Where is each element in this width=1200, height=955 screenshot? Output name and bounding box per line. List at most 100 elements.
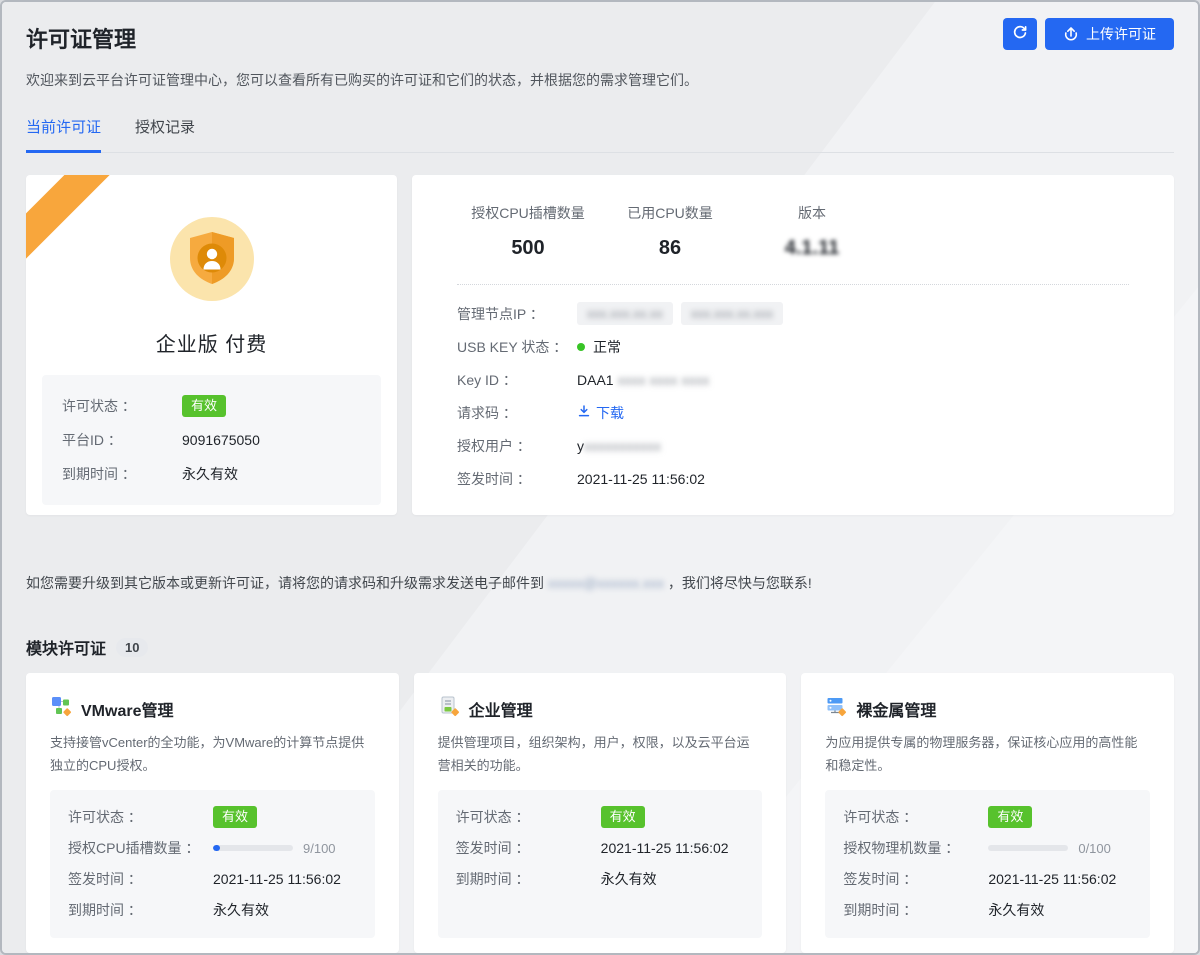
key-id-label: Key ID ：: [457, 370, 577, 390]
status-dot-icon: [577, 343, 585, 351]
module-card-enterprise: 企业管理 提供管理项目，组织架构，用户，权限，以及云平台运营相关的功能。 许可状…: [414, 673, 787, 953]
module-count-badge: 10: [116, 638, 148, 657]
module-cards-row: VMware管理 支持接管vCenter的全功能，为VMware的计算节点提供独…: [26, 673, 1174, 953]
key-id-redacted: xxxx xxxx xxxx: [618, 372, 710, 388]
authorized-user-label: 授权用户 ：: [457, 436, 577, 456]
module-section-title: 模块许可证: [26, 635, 106, 659]
quota-progress-bar: [988, 845, 1068, 851]
page-subtitle: 欢迎来到云平台许可证管理中心，您可以查看所有已购买的许可证和它们的状态，并根据您…: [26, 70, 1174, 90]
module-card-baremetal: 裸金属管理 为应用提供专属的物理服务器，保证核心应用的高性能和稳定性。 许可状态…: [801, 673, 1174, 953]
authorized-user-redacted: xxxxxxxxxxx: [584, 438, 661, 454]
license-stats-row: 授权CPU插槽数量 500 已用CPU数量 86 版本 4.1.11: [457, 203, 1129, 260]
upload-icon: [1063, 25, 1079, 44]
status-badge: 有效: [601, 806, 645, 828]
license-detail-card: 授权CPU插槽数量 500 已用CPU数量 86 版本 4.1.11: [412, 175, 1174, 515]
upgrade-notice: 如您需要升级到其它版本或更新许可证，请将您的请求码和升级需求发送电子邮件到 xx…: [26, 573, 1174, 593]
download-icon: [577, 404, 591, 421]
license-status-row: 许可状态 ： 有效: [62, 389, 361, 423]
platform-id-row: 平台ID ： 9091675050: [62, 423, 361, 457]
upgrade-notice-prefix: 如您需要升级到其它版本或更新许可证，请将您的请求码和升级需求发送电子邮件到: [26, 575, 544, 591]
module-status-row: 许可状态 ： 有效: [456, 802, 745, 833]
module-issue-time-row: 签发时间 ： 2021-11-25 11:56:02: [68, 864, 357, 895]
module-expire-time-row: 到期时间 ： 永久有效: [456, 864, 745, 895]
module-description: 为应用提供专属的物理服务器，保证核心应用的高性能和稳定性。: [825, 732, 1150, 778]
quota-progress-bar: [213, 845, 293, 851]
download-link-label: 下载: [596, 403, 624, 423]
module-status-box: 许可状态 ： 有效 授权物理机数量 ： 0/100 签发时间 ：: [825, 790, 1150, 938]
tab-authorization-records[interactable]: 授权记录: [135, 116, 195, 152]
authorized-user-prefix: y: [577, 438, 584, 454]
download-request-code-link[interactable]: 下载: [577, 403, 624, 423]
request-code-label: 请求码 ：: [457, 403, 577, 423]
baremetal-module-icon: [825, 695, 847, 722]
issue-time-row: 签发时间 ： 2021-11-25 11:56:02: [457, 462, 1129, 495]
license-management-window: 许可证管理 欢迎来到云平台许可证管理中心，您可以查看所有已购买的许可证和它们的状…: [0, 0, 1200, 955]
module-status-row: 许可状态 ： 有效: [843, 802, 1132, 833]
usb-key-status-row: USB KEY 状态 ： 正常: [457, 330, 1129, 363]
expire-time-label: 到期时间 ：: [62, 464, 182, 484]
module-title: 企业管理: [469, 697, 533, 721]
upload-button-label: 上传许可证: [1086, 24, 1156, 44]
stat-used-cpu: 已用CPU数量 86: [599, 203, 741, 260]
enterprise-module-icon: [438, 695, 460, 722]
refresh-button[interactable]: [1003, 18, 1037, 50]
header-actions: 上传许可证: [1003, 18, 1174, 50]
page-title: 许可证管理: [26, 22, 1174, 54]
platform-id-value: 9091675050: [182, 432, 260, 448]
mgmt-ip-row: 管理节点IP ： xxx.xxx.xx.xx xxx.xxx.xx.xxx: [457, 297, 1129, 330]
module-status-box: 许可状态 ： 有效 签发时间 ： 2021-11-25 11:56:02 到期时…: [438, 790, 763, 938]
platform-id-label: 平台ID ：: [62, 430, 182, 450]
module-quota-row: 授权CPU插槽数量 ： 9/100: [68, 833, 357, 864]
status-badge: 有效: [182, 395, 226, 417]
stat-label: 授权CPU插槽数量: [457, 203, 599, 223]
key-id-row: Key ID ： DAA1 xxxx xxxx xxxx: [457, 363, 1129, 396]
refresh-icon: [1012, 25, 1028, 44]
upload-license-button[interactable]: 上传许可证: [1045, 18, 1174, 50]
tab-bar: 当前许可证 授权记录: [26, 116, 1174, 153]
module-description: 支持接管vCenter的全功能，为VMware的计算节点提供独立的CPU授权。: [50, 732, 375, 778]
status-badge: 有效: [213, 806, 257, 828]
stat-value: 86: [599, 237, 741, 260]
module-expire-time-row: 到期时间 ： 永久有效: [68, 895, 357, 926]
authorized-user-row: 授权用户 ： y xxxxxxxxxxx: [457, 429, 1129, 462]
quota-text: 9/100: [303, 841, 336, 856]
module-status-row: 许可状态 ： 有效: [68, 802, 357, 833]
upgrade-notice-suffix: ，我们将尽快与您联系!: [668, 575, 812, 591]
quota-text: 0/100: [1078, 841, 1111, 856]
key-id-prefix: DAA1: [577, 372, 614, 388]
license-status-label: 许可状态 ：: [62, 396, 182, 416]
stat-value-redacted: 4.1.11: [741, 237, 883, 260]
request-code-row: 请求码 ： 下载: [457, 396, 1129, 429]
module-quota-row: 授权物理机数量 ： 0/100: [843, 833, 1132, 864]
usb-key-status-label: USB KEY 状态 ：: [457, 337, 577, 357]
stat-value: 500: [457, 237, 599, 260]
stat-label: 版本: [741, 203, 883, 223]
module-card-vmware: VMware管理 支持接管vCenter的全功能，为VMware的计算节点提供独…: [26, 673, 399, 953]
module-issue-time-row: 签发时间 ： 2021-11-25 11:56:02: [456, 833, 745, 864]
module-description: 提供管理项目，组织架构，用户，权限，以及云平台运营相关的功能。: [438, 732, 763, 778]
edition-title: 企业版 付费: [26, 328, 397, 357]
module-title: 裸金属管理: [856, 697, 936, 721]
license-summary-row: 企业版 付费 许可状态 ： 有效 平台ID ： 9091675050 到期时间 …: [26, 175, 1174, 515]
module-status-box: 许可状态 ： 有效 授权CPU插槽数量 ： 9/100 签发时间: [50, 790, 375, 938]
module-issue-time-row: 签发时间 ： 2021-11-25 11:56:02: [843, 864, 1132, 895]
dotted-divider: [457, 284, 1129, 285]
mgmt-ip-pill-2: xxx.xxx.xx.xxx: [681, 302, 783, 325]
vmware-module-icon: [50, 695, 72, 722]
license-status-box: 许可状态 ： 有效 平台ID ： 9091675050 到期时间 ： 永久有效: [42, 375, 381, 505]
expire-time-row: 到期时间 ： 永久有效: [62, 457, 361, 491]
expire-time-value: 永久有效: [182, 464, 238, 484]
stat-authorized-cpu-sockets: 授权CPU插槽数量 500: [457, 203, 599, 260]
issue-time-label: 签发时间 ：: [457, 469, 577, 489]
shield-user-badge-icon: [170, 217, 254, 306]
module-expire-time-row: 到期时间 ： 永久有效: [843, 895, 1132, 926]
contact-email-redacted: xxxxx@xxxxxx.xxx: [548, 575, 664, 591]
license-edition-card: 企业版 付费 许可状态 ： 有效 平台ID ： 9091675050 到期时间 …: [26, 175, 397, 515]
tab-current-license[interactable]: 当前许可证: [26, 116, 101, 153]
usb-key-status-value: 正常: [593, 337, 621, 357]
stat-version: 版本 4.1.11: [741, 203, 883, 260]
issue-time-value: 2021-11-25 11:56:02: [577, 471, 705, 487]
mgmt-ip-pill-1: xxx.xxx.xx.xx: [577, 302, 673, 325]
page-header: 许可证管理 欢迎来到云平台许可证管理中心，您可以查看所有已购买的许可证和它们的状…: [26, 2, 1174, 90]
module-title: VMware管理: [81, 697, 173, 721]
